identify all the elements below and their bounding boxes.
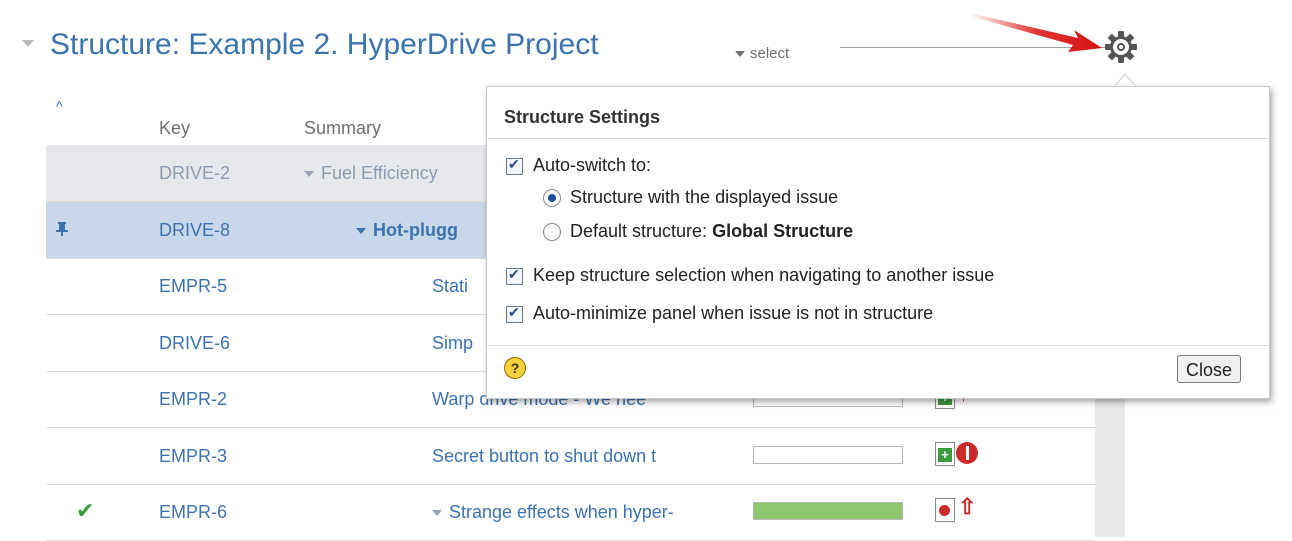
default-structure-value: Global Structure [712,221,854,241]
popup-footer-divider [487,345,1269,346]
issue-key[interactable]: DRIVE-6 [159,315,230,371]
issue-summary[interactable]: Strange effects when hyper- [432,484,744,540]
column-header-key[interactable]: Key [159,118,190,139]
issue-key[interactable]: DRIVE-2 [159,145,230,201]
table-row[interactable]: ✔ EMPR-6 Strange effects when hyper- ⇧ [46,484,1095,541]
table-row[interactable]: EMPR-3 Secret button to shut down t + [46,428,1095,485]
default-structure-prefix: Default structure: [570,221,713,241]
issue-key[interactable]: EMPR-3 [159,428,227,484]
sort-up-icon[interactable]: ^ [56,98,63,114]
issue-summary-text: Simp [432,332,474,353]
close-button[interactable]: Close [1177,355,1241,383]
collapse-panel-icon[interactable] [22,40,34,47]
default-structure-radio[interactable] [543,223,561,241]
structure-header: Structure: Example 2. HyperDrive Project… [0,0,1292,90]
check-icon: ✔ [76,498,95,523]
structure-settings-popup: Structure Settings Auto-switch to: Struc… [486,86,1270,399]
issue-summary-text: Strange effects when hyper- [449,502,674,522]
structure-with-displayed-issue-radio[interactable] [543,189,561,207]
issue-key[interactable]: EMPR-5 [159,258,227,314]
auto-minimize-label: Auto-minimize panel when issue is not in… [533,303,934,323]
help-icon[interactable]: ? [504,357,526,379]
red-arrow-icon [970,13,1102,52]
keep-selection-checkbox[interactable] [506,266,523,285]
auto-minimize-checkbox[interactable] [506,304,523,323]
priority-blocker-icon [956,441,978,464]
priority-blocker-bar [966,445,969,460]
gear-icon[interactable] [1104,30,1138,64]
new-feature-plus: + [938,447,952,462]
auto-switch-label: Auto-switch to: [533,155,652,175]
issue-summary-text: Secret button to shut down t [432,445,657,466]
auto-switch-checkbox[interactable] [506,156,523,175]
progress-bar [753,445,903,464]
new-feature-icon: + [935,441,955,466]
popup-title: Structure Settings [504,107,661,127]
issue-summary[interactable]: Secret button to shut down t [432,428,744,484]
priority-major-icon: ⇧ [958,494,977,519]
structure-with-displayed-issue-label: Structure with the displayed issue [570,187,839,207]
popup-divider [487,138,1269,139]
issue-summary-text: Hot-plugg [373,219,458,240]
page-title: Structure: Example 2. HyperDrive Project [50,28,599,61]
progress-bar [753,502,903,520]
chevron-down-icon [735,51,745,58]
issue-key[interactable]: DRIVE-8 [159,202,230,258]
expand-toggle-icon[interactable] [432,510,442,517]
expand-toggle-icon[interactable] [304,171,314,178]
keep-selection-label: Keep structure selection when navigating… [533,265,995,285]
default-structure-label: Default structure: Global Structure [570,221,853,242]
issue-summary-text: Stati [432,276,469,296]
issue-key[interactable]: EMPR-2 [159,371,227,427]
issue-summary-text: Fuel Efficiency [321,163,438,183]
column-header-summary[interactable]: Summary [304,118,381,139]
issue-key[interactable]: EMPR-6 [159,484,227,540]
pin-icon[interactable] [56,221,68,236]
expand-toggle-icon[interactable] [356,227,366,234]
select-structure-link[interactable]: select [735,45,789,62]
progress-fill [754,503,902,519]
popup-pointer [1114,73,1136,87]
select-label: select [750,45,790,62]
bug-icon [935,498,955,522]
bug-dot [939,505,950,516]
